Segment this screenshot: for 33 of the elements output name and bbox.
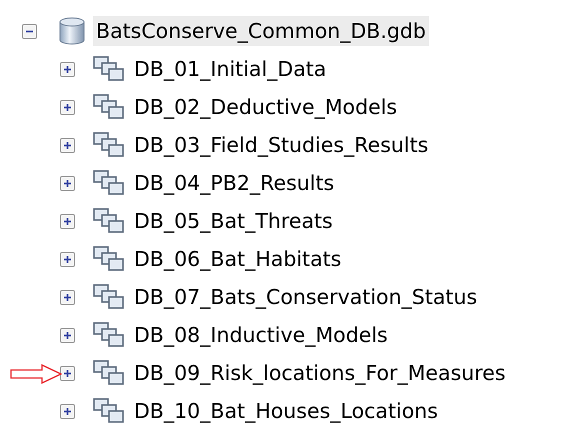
dataset-name[interactable]: DB_09_Risk_locations_For_Measures bbox=[131, 358, 509, 388]
feature-dataset-icon bbox=[93, 398, 125, 423]
expand-icon[interactable] bbox=[60, 214, 75, 228]
feature-dataset-icon bbox=[93, 360, 125, 386]
database-name[interactable]: BatsConserve_Common_DB.gdb bbox=[93, 16, 429, 46]
feature-dataset-icon bbox=[93, 322, 125, 348]
expand-icon[interactable] bbox=[60, 62, 75, 76]
dataset-name[interactable]: DB_02_Deductive_Models bbox=[131, 92, 400, 122]
collapse-icon[interactable] bbox=[22, 24, 37, 38]
expand-icon[interactable] bbox=[60, 138, 75, 152]
expand-icon[interactable] bbox=[60, 290, 75, 304]
dataset-name[interactable]: DB_07_Bats_Conservation_Status bbox=[131, 282, 480, 312]
dataset-name[interactable]: DB_03_Field_Studies_Results bbox=[131, 130, 432, 160]
feature-dataset-icon bbox=[93, 56, 125, 82]
expand-icon[interactable] bbox=[60, 252, 75, 266]
expand-icon[interactable] bbox=[60, 366, 75, 380]
feature-dataset-icon bbox=[93, 94, 125, 120]
feature-dataset-icon bbox=[93, 170, 125, 196]
dataset-name[interactable]: DB_08_Inductive_Models bbox=[131, 320, 391, 350]
feature-dataset-icon bbox=[93, 208, 125, 234]
feature-dataset-icon bbox=[93, 246, 125, 272]
dataset-name[interactable]: DB_10_Bat_Houses_Locations bbox=[131, 396, 441, 423]
dataset-name[interactable]: DB_06_Bat_Habitats bbox=[131, 244, 344, 274]
dataset-name[interactable]: DB_04_PB2_Results bbox=[131, 168, 338, 198]
feature-dataset-icon bbox=[93, 284, 125, 310]
dataset-name[interactable]: DB_05_Bat_Threats bbox=[131, 206, 336, 236]
expand-icon[interactable] bbox=[60, 404, 75, 418]
database-icon bbox=[59, 17, 85, 45]
dataset-name[interactable]: DB_01_Initial_Data bbox=[131, 54, 330, 84]
expand-icon[interactable] bbox=[60, 176, 75, 190]
expand-icon[interactable] bbox=[60, 328, 75, 342]
expand-icon[interactable] bbox=[60, 100, 75, 114]
feature-dataset-icon bbox=[93, 132, 125, 158]
